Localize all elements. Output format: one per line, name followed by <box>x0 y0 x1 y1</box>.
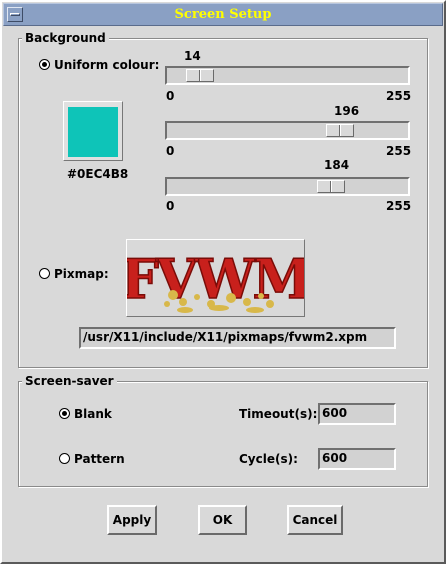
colour-swatch <box>68 107 118 157</box>
title-bar[interactable]: Screen Setup <box>3 3 443 26</box>
red-slider[interactable] <box>165 66 410 85</box>
pattern-radio[interactable] <box>59 453 70 464</box>
blank-radio[interactable] <box>59 408 70 419</box>
blue-value: 184 <box>324 158 350 172</box>
apply-button[interactable]: Apply <box>107 505 157 535</box>
pixmap-label[interactable]: Pixmap: <box>54 267 109 281</box>
green-min: 0 <box>166 144 175 158</box>
blue-min: 0 <box>166 199 175 213</box>
blue-slider-thumb[interactable] <box>317 180 345 193</box>
background-legend: Background <box>22 31 109 45</box>
red-max: 255 <box>386 89 412 103</box>
green-max: 255 <box>386 144 412 158</box>
pixmap-preview[interactable]: FVWM <box>120 239 314 317</box>
fvwm-logo-image: FVWM <box>120 246 314 313</box>
background-group <box>18 38 428 368</box>
colour-hex-label: #0EC4B8 <box>67 167 129 181</box>
screensaver-legend: Screen-saver <box>22 374 117 388</box>
red-slider-thumb[interactable] <box>186 69 214 82</box>
timeout-field[interactable]: 600 <box>318 403 396 425</box>
pattern-label[interactable]: Pattern <box>74 452 125 466</box>
pixmap-radio[interactable] <box>39 268 50 279</box>
green-value: 196 <box>334 104 360 118</box>
green-slider[interactable] <box>165 121 410 140</box>
green-slider-thumb[interactable] <box>326 124 354 137</box>
fvwm-logo-text: FVWM <box>127 247 304 311</box>
timeout-label: Timeout(s): <box>239 407 318 421</box>
colour-swatch-frame <box>63 101 123 161</box>
cancel-button[interactable]: Cancel <box>287 505 343 535</box>
red-min: 0 <box>166 89 175 103</box>
blank-label[interactable]: Blank <box>74 407 112 421</box>
screensaver-group <box>18 381 428 487</box>
blue-max: 255 <box>386 199 412 213</box>
uniform-colour-label[interactable]: Uniform colour: <box>54 58 159 72</box>
uniform-colour-radio[interactable] <box>39 59 50 70</box>
blue-slider[interactable] <box>165 177 410 196</box>
ok-button[interactable]: OK <box>198 505 247 535</box>
red-value: 14 <box>184 49 201 63</box>
pixmap-path-field[interactable]: /usr/X11/include/X11/pixmaps/fvwm2.xpm <box>79 327 396 349</box>
window-title: Screen Setup <box>174 7 272 22</box>
cycle-field[interactable]: 600 <box>318 448 396 470</box>
cycle-label: Cycle(s): <box>239 452 298 466</box>
